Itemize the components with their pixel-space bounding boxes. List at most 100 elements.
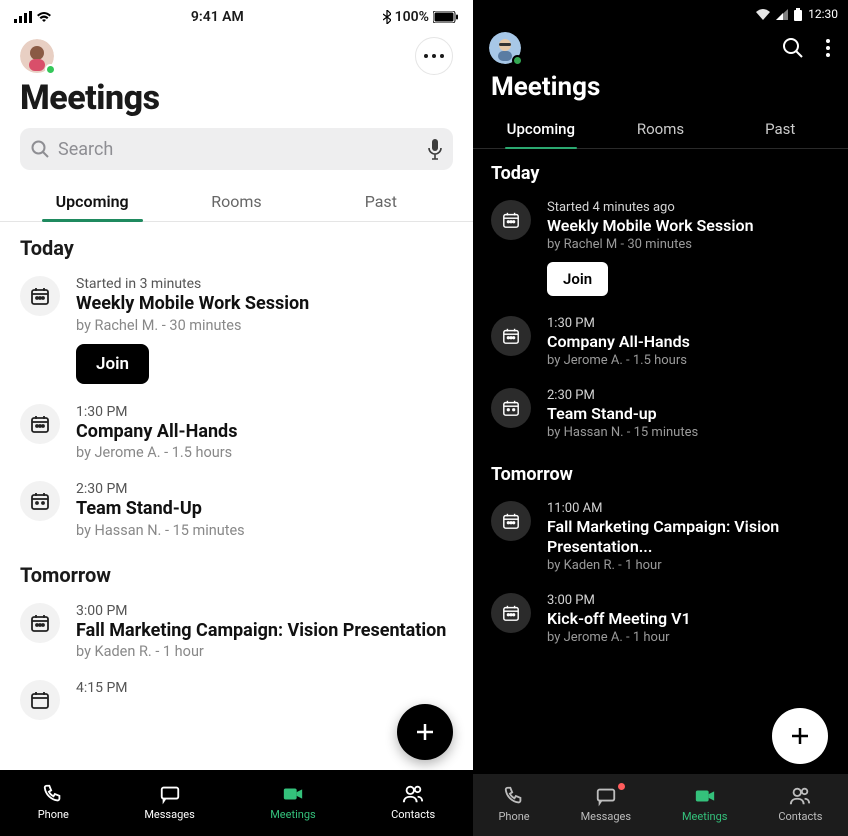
section-tomorrow: Tomorrow	[20, 549, 453, 593]
meeting-time: 4:15 PM	[76, 680, 453, 696]
meeting-item[interactable]: Started in 3 minutes Weekly Mobile Work …	[20, 266, 453, 394]
nav-messages[interactable]: Messages	[144, 783, 194, 821]
video-icon	[282, 783, 304, 805]
profile-avatar[interactable]	[20, 39, 54, 73]
android-status-bar: 12:30	[473, 0, 848, 24]
meeting-time: 3:00 PM	[547, 593, 830, 608]
meeting-item[interactable]: 3:00 PM Kick-off Meeting V1 by Jerome A.…	[491, 583, 830, 655]
nav-phone[interactable]: Phone	[38, 783, 69, 821]
nav-phone[interactable]: Phone	[498, 785, 529, 823]
nav-contacts[interactable]: Contacts	[391, 783, 435, 821]
profile-avatar[interactable]	[489, 32, 521, 64]
meeting-item[interactable]: 1:30 PM Company All-Hands by Jerome A. -…	[20, 394, 453, 472]
calendar-icon	[20, 481, 60, 521]
meeting-title: Team Stand-Up	[76, 497, 453, 522]
meeting-subtitle: by Rachel M. - 30 minutes	[76, 317, 453, 334]
meeting-item[interactable]: 11:00 AM Fall Marketing Campaign: Vision…	[491, 491, 830, 583]
meeting-time: 1:30 PM	[547, 316, 830, 331]
nav-label: Contacts	[391, 808, 435, 821]
meeting-title: Weekly Mobile Work Session	[76, 292, 453, 317]
nav-meetings[interactable]: Meetings	[682, 785, 727, 823]
ios-status-bar: 9:41 AM 100%	[0, 0, 473, 30]
more-menu-button[interactable]	[415, 37, 453, 75]
meeting-title: Kick-off Meeting V1	[547, 608, 830, 630]
meeting-title: Company All-Hands	[547, 331, 830, 353]
nav-messages[interactable]: Messages	[581, 785, 631, 823]
calendar-icon	[491, 200, 531, 240]
new-meeting-fab[interactable]	[772, 708, 828, 764]
nav-label: Messages	[581, 810, 631, 823]
video-icon	[694, 785, 716, 807]
bluetooth-icon	[383, 10, 391, 24]
wifi-icon	[756, 9, 770, 20]
nav-contacts[interactable]: Contacts	[778, 785, 822, 823]
tab-upcoming[interactable]: Upcoming	[481, 108, 601, 148]
phone-icon	[503, 785, 525, 807]
nav-label: Phone	[38, 808, 69, 821]
calendar-icon	[491, 316, 531, 356]
battery-icon	[433, 11, 459, 23]
meeting-item[interactable]: Started 4 minutes ago Weekly Mobile Work…	[491, 190, 830, 306]
meeting-time: 11:00 AM	[547, 501, 830, 516]
section-tomorrow: Tomorrow	[491, 450, 830, 491]
meeting-time: 1:30 PM	[76, 404, 453, 420]
tab-past[interactable]: Past	[309, 180, 453, 221]
tab-past[interactable]: Past	[720, 108, 840, 148]
join-button[interactable]: Join	[76, 344, 149, 384]
meeting-subtitle: by Rachel M - 30 minutes	[547, 237, 830, 252]
meeting-title: Fall Marketing Campaign: Vision Presenta…	[547, 516, 830, 558]
meeting-item[interactable]: 3:00 PM Fall Marketing Campaign: Vision …	[20, 593, 453, 671]
calendar-icon	[20, 276, 60, 316]
calendar-icon	[491, 593, 531, 633]
tabs-row: Upcoming Rooms Past	[473, 108, 848, 149]
nav-meetings[interactable]: Meetings	[270, 783, 315, 821]
microphone-icon[interactable]	[427, 138, 443, 160]
meeting-time: 2:30 PM	[76, 481, 453, 497]
meeting-title: Fall Marketing Campaign: Vision Presenta…	[76, 619, 453, 644]
tab-rooms[interactable]: Rooms	[601, 108, 721, 148]
search-icon	[30, 139, 50, 159]
meeting-subtitle: by Jerome A. - 1.5 hours	[547, 353, 830, 368]
calendar-icon	[491, 501, 531, 541]
messages-icon	[595, 785, 617, 807]
meeting-title: Team Stand-up	[547, 403, 830, 425]
meeting-time: Started 4 minutes ago	[547, 200, 830, 215]
nav-label: Meetings	[270, 808, 315, 821]
meeting-subtitle: by Jerome A. - 1.5 hours	[76, 444, 453, 461]
meeting-time: Started in 3 minutes	[76, 276, 453, 292]
meeting-subtitle: by Kaden R. - 1 hour	[76, 643, 453, 660]
status-clock: 9:41 AM	[191, 9, 244, 25]
tab-rooms[interactable]: Rooms	[164, 180, 308, 221]
calendar-icon	[491, 388, 531, 428]
tabs-row: Upcoming Rooms Past	[0, 180, 473, 222]
new-meeting-fab[interactable]	[397, 704, 453, 760]
bottom-nav: Phone Messages Meetings Contacts	[473, 774, 848, 836]
meeting-item[interactable]: 2:30 PM Team Stand-up by Hassan N. - 15 …	[491, 378, 830, 450]
meeting-title: Company All-Hands	[76, 420, 453, 445]
overflow-menu-button[interactable]	[822, 35, 834, 61]
battery-icon	[794, 8, 802, 21]
phone-icon	[42, 783, 64, 805]
join-button[interactable]: Join	[547, 262, 608, 296]
meeting-item[interactable]: 2:30 PM Team Stand-Up by Hassan N. - 15 …	[20, 471, 453, 549]
meeting-subtitle: by Hassan N. - 15 minutes	[76, 522, 453, 539]
meeting-time: 3:00 PM	[76, 603, 453, 619]
bottom-nav: Phone Messages Meetings Contacts	[0, 770, 473, 836]
meeting-item[interactable]: 4:15 PM	[20, 670, 453, 730]
presence-dot-icon	[45, 64, 56, 75]
search-input[interactable]	[50, 139, 427, 160]
nav-label: Contacts	[778, 810, 822, 823]
search-input-wrap[interactable]	[20, 128, 453, 170]
page-title: Meetings	[473, 66, 848, 102]
nav-label: Phone	[498, 810, 529, 823]
page-title: Meetings	[20, 76, 453, 128]
section-today: Today	[491, 149, 830, 190]
cell-signal-icon	[14, 11, 32, 23]
search-icon[interactable]	[782, 37, 804, 59]
contacts-icon	[789, 785, 811, 807]
meeting-time: 2:30 PM	[547, 388, 830, 403]
meeting-subtitle: by Kaden R. - 1 hour	[547, 558, 830, 573]
presence-dot-icon	[512, 55, 523, 66]
tab-upcoming[interactable]: Upcoming	[20, 180, 164, 221]
meeting-item[interactable]: 1:30 PM Company All-Hands by Jerome A. -…	[491, 306, 830, 378]
